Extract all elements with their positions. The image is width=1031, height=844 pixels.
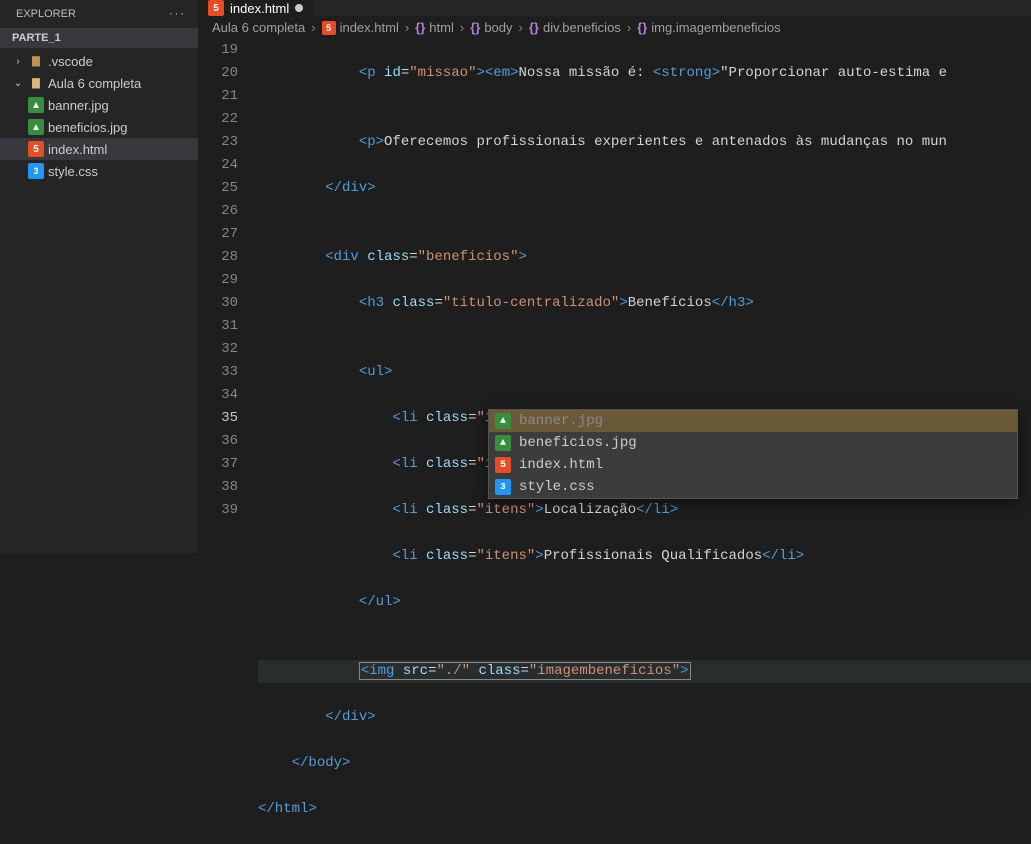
autocomplete-label: banner.jpg [519,413,603,429]
tree-item-label: Aula 6 completa [48,76,141,91]
autocomplete-label: style.css [519,479,595,495]
tree-folder-aula6[interactable]: ⌄ ▇ Aula 6 completa [0,72,198,94]
html-icon: 5 [322,21,336,35]
breadcrumb[interactable]: Aula 6 completa › 5 index.html › {} html… [198,16,1031,39]
autocomplete-item[interactable]: 5 index.html [489,454,1017,476]
breadcrumb-item[interactable]: div.beneficios [543,20,621,35]
image-icon: ▲ [28,119,44,135]
folder-icon: ▇ [28,53,44,69]
explorer-sidebar: EXPLORER ··· PARTE_1 › ▇ .vscode ⌄ ▇ Aul… [0,0,198,553]
brace-icon: {} [637,20,647,35]
tree-file-beneficios[interactable]: ▲ beneficios.jpg [0,116,198,138]
breadcrumb-item[interactable]: img.imagembeneficios [651,20,780,35]
tree-file-index[interactable]: 5 index.html [0,138,198,160]
breadcrumb-item[interactable]: body [484,20,512,35]
autocomplete-popup[interactable]: ▲ banner.jpg ▲ beneficios.jpg 5 index.ht… [488,409,1018,499]
autocomplete-item[interactable]: ▲ banner.jpg [489,410,1017,432]
chevron-down-icon: ⌄ [12,78,24,89]
folder-open-icon: ▇ [28,75,44,91]
tab-index-html[interactable]: 5 index.html [198,0,313,16]
line-gutter: 1920212223242526272829303132333435363738… [198,39,258,844]
brace-icon: {} [470,20,480,35]
brace-icon: {} [529,20,539,35]
chevron-right-icon: › [12,56,24,67]
tree-file-style[interactable]: 3 style.css [0,160,198,182]
css-icon: 3 [495,479,511,495]
file-tree: › ▇ .vscode ⌄ ▇ Aula 6 completa ▲ banner… [0,48,198,182]
image-icon: ▲ [28,97,44,113]
chevron-right-icon: › [405,20,409,35]
brace-icon: {} [415,20,425,35]
tree-folder-vscode[interactable]: › ▇ .vscode [0,50,198,72]
explorer-header: EXPLORER ··· [0,0,198,28]
tree-item-label: banner.jpg [48,98,109,113]
more-icon[interactable]: ··· [169,8,186,20]
explorer-title: EXPLORER [16,8,76,20]
breadcrumb-item[interactable]: index.html [340,20,399,35]
html-icon: 5 [28,141,44,157]
autocomplete-item[interactable]: ▲ beneficios.jpg [489,432,1017,454]
tab-label: index.html [230,1,289,16]
tree-item-label: beneficios.jpg [48,120,128,135]
code-area[interactable]: 1920212223242526272829303132333435363738… [198,39,1031,844]
editor-pane: 5 index.html Aula 6 completa › 5 index.h… [198,0,1031,553]
css-icon: 3 [28,163,44,179]
breadcrumb-item[interactable]: Aula 6 completa [212,20,305,35]
image-icon: ▲ [495,435,511,451]
tree-item-label: style.css [48,164,98,179]
autocomplete-item[interactable]: 3 style.css [489,476,1017,498]
html-icon: 5 [208,0,224,16]
breadcrumb-item[interactable]: html [429,20,454,35]
tree-item-label: index.html [48,142,107,157]
explorer-section[interactable]: PARTE_1 [0,28,198,48]
autocomplete-label: index.html [519,457,603,473]
chevron-right-icon: › [460,20,464,35]
html-icon: 5 [495,457,511,473]
modified-indicator-icon [295,4,303,12]
autocomplete-label: beneficios.jpg [519,435,637,451]
chevron-right-icon: › [519,20,523,35]
tree-file-banner[interactable]: ▲ banner.jpg [0,94,198,116]
image-icon: ▲ [495,413,511,429]
chevron-right-icon: › [627,20,631,35]
tree-item-label: .vscode [48,54,93,69]
tab-bar: 5 index.html [198,0,1031,16]
chevron-right-icon: › [311,20,315,35]
